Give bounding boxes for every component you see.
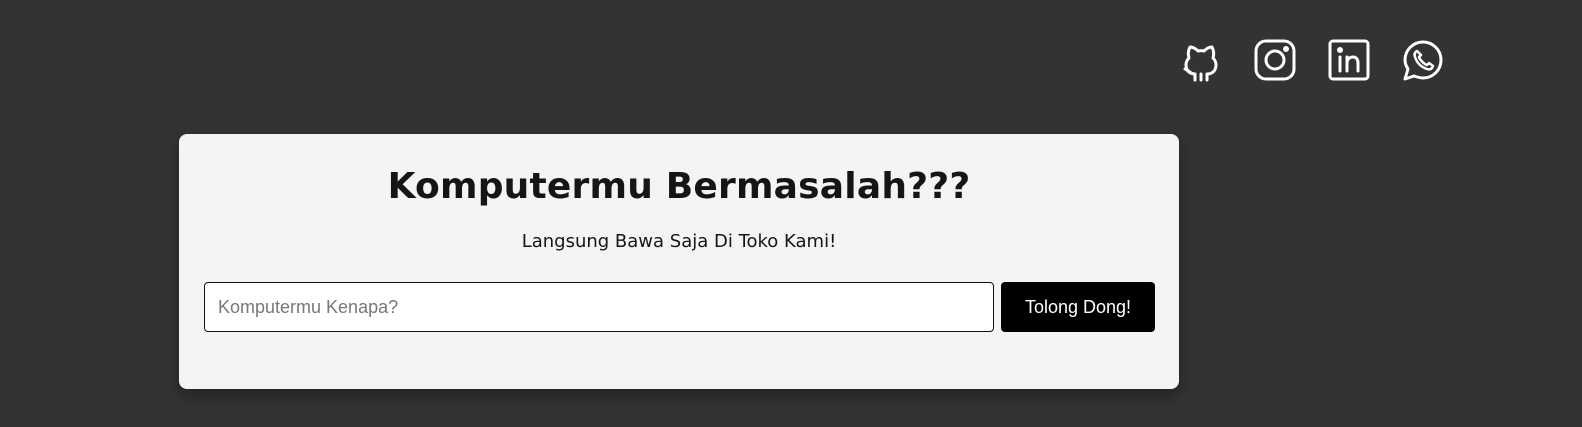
problem-input[interactable] — [204, 282, 994, 332]
page-subtitle: Langsung Bawa Saja Di Toko Kami! — [521, 231, 837, 252]
social-links — [1177, 36, 1447, 84]
github-icon — [1183, 45, 1218, 82]
github-link[interactable] — [1177, 36, 1225, 84]
instagram-link[interactable] — [1251, 36, 1299, 84]
page-title: Komputermu Bermasalah??? — [387, 166, 971, 207]
linkedin-icon — [1328, 39, 1370, 81]
instagram-icon — [1254, 39, 1296, 81]
hero-card: Komputermu Bermasalah??? Langsung Bawa S… — [179, 134, 1179, 389]
whatsapp-icon — [1403, 40, 1443, 81]
linkedin-link[interactable] — [1325, 36, 1373, 84]
whatsapp-link[interactable] — [1399, 36, 1447, 84]
submit-button[interactable]: Tolong Dong! — [1001, 282, 1155, 332]
